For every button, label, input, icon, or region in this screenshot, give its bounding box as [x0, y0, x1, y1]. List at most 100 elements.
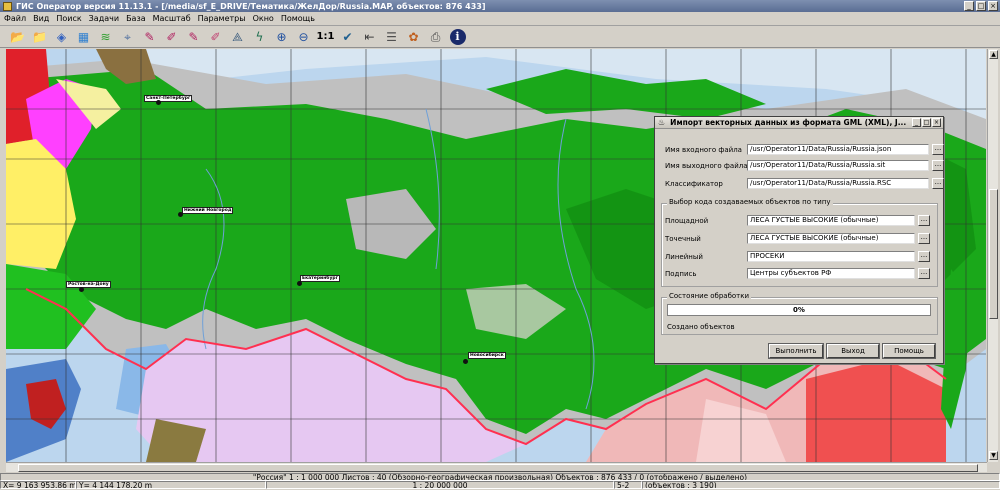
input-file-browse-button[interactable]: ... — [932, 144, 944, 155]
dialog-minimize-button[interactable]: _ — [912, 118, 921, 127]
marker-remove-icon[interactable]: ✐ — [206, 27, 225, 46]
created-objects-label: Создано объектов — [667, 322, 735, 331]
toolbar: 📂 📁 ◈ ▦ ≋ ⌖ ✎ ✐ ✎ ✐ ⟁ ϟ ⊕ ⊖ 1:1 ✔ ⇤ ☰ ✿ … — [0, 26, 1000, 48]
area-type-row: Площадной ЛЕСА ГУСТЫЕ ВЫСОКИЕ (обычные) … — [665, 215, 930, 226]
document-icon[interactable]: ☰ — [382, 27, 401, 46]
paint-icon[interactable]: ✿ — [404, 27, 423, 46]
horizontal-scrollbar[interactable] — [6, 462, 987, 472]
output-file-row: Имя выходного файла /usr/Operator11/Data… — [665, 160, 944, 171]
created-objects-row: Создано объектов — [667, 321, 749, 332]
select-object-icon[interactable]: ⌖ — [118, 27, 137, 46]
menu-file[interactable]: Файл — [4, 14, 26, 23]
line-type-label: Линейный — [665, 252, 703, 261]
menu-bar: Файл Вид Поиск Задачи База Масштаб Парам… — [0, 12, 1000, 26]
vertical-scrollbar[interactable]: ▲ ▼ — [987, 49, 998, 462]
point-type-row: Точечный ЛЕСА ГУСТЫЕ ВЫСОКИЕ (обычные) .… — [665, 233, 930, 244]
maximize-button[interactable]: □ — [976, 1, 986, 11]
marker-add-icon[interactable]: ✎ — [184, 27, 203, 46]
minimize-button[interactable]: _ — [964, 1, 974, 11]
scroll-up-button[interactable]: ▲ — [989, 50, 998, 59]
menu-help[interactable]: Помощь — [281, 14, 315, 23]
city-label-spb: Санкт-Петербург — [144, 95, 193, 102]
city-label-nizhny: Нижний Новгород — [182, 207, 234, 214]
exit-button[interactable]: Выход — [826, 343, 880, 359]
title-bar: ГИС Оператор версия 11.13.1 - [/media/sf… — [0, 0, 1000, 12]
area-type-field[interactable]: ЛЕСА ГУСТЫЕ ВЫСОКИЕ (обычные) — [747, 215, 915, 226]
marker-icon[interactable]: ✎ — [140, 27, 159, 46]
input-file-field[interactable]: /usr/Operator11/Data/Russia/Russia.json — [747, 144, 929, 155]
print-icon[interactable]: ⎙ — [426, 27, 445, 46]
menu-window[interactable]: Окно — [253, 14, 274, 23]
label-type-label: Подпись — [665, 269, 697, 278]
status-y-coord: Y= 4 144 178.20 m — [76, 481, 266, 489]
status-x-coord: X= 9 163 953.86 m — [0, 481, 76, 489]
back-arrow-icon[interactable]: ⇤ — [360, 27, 379, 46]
status-objects: (объектов : 3 190) — [642, 481, 1000, 489]
vertical-scroll-thumb[interactable] — [989, 189, 998, 319]
point-type-browse-button[interactable]: ... — [918, 233, 930, 244]
city-label-novosibirsk: Новосибирск — [468, 352, 506, 359]
close-button[interactable]: × — [988, 1, 998, 11]
scale-one-to-one-button[interactable]: 1:1 — [316, 27, 335, 46]
city-marker — [297, 281, 302, 286]
input-file-label: Имя входного файла — [665, 145, 742, 154]
label-type-field[interactable]: Центры субъектов РФ — [747, 268, 915, 279]
status-bar: "Россия" 1 : 1 000 000 Листов : 40 (Обзо… — [0, 473, 1000, 490]
line-type-browse-button[interactable]: ... — [918, 251, 930, 262]
output-file-label: Имя выходного файла — [665, 161, 748, 170]
classifier-field[interactable]: /usr/Operator11/Data/Russia/Russia.RSC — [747, 178, 929, 189]
output-file-browse-button[interactable]: ... — [932, 160, 944, 171]
dialog-title-bar[interactable]: ♨ Импорт векторных данных из формата GML… — [655, 117, 943, 129]
menu-scale[interactable]: Масштаб — [153, 14, 191, 23]
line-type-field[interactable]: ПРОСЕКИ — [747, 251, 915, 262]
dialog-title: Импорт векторных данных из формата GML (… — [670, 118, 907, 127]
menu-parameters[interactable]: Параметры — [198, 14, 246, 23]
point-type-label: Точечный — [665, 234, 701, 243]
zoom-in-icon[interactable]: ⊕ — [272, 27, 291, 46]
progress-bar: 0% — [667, 304, 931, 316]
palette-icon[interactable]: ≋ — [96, 27, 115, 46]
classifier-label: Классификатор — [665, 179, 723, 188]
window-controls: _ □ × — [964, 1, 998, 11]
area-type-browse-button[interactable]: ... — [918, 215, 930, 226]
point-type-field[interactable]: ЛЕСА ГУСТЫЕ ВЫСОКИЕ (обычные) — [747, 233, 915, 244]
object-type-group-title: Выбор кода создаваемых объектов по типу — [667, 198, 833, 206]
menu-view[interactable]: Вид — [33, 14, 49, 23]
input-file-row: Имя входного файла /usr/Operator11/Data/… — [665, 144, 944, 155]
check-icon[interactable]: ✔ — [338, 27, 357, 46]
classifier-browse-button[interactable]: ... — [932, 178, 944, 189]
dialog-app-icon: ♨ — [658, 118, 666, 127]
output-file-field[interactable]: /usr/Operator11/Data/Russia/Russia.sit — [747, 160, 929, 171]
app-icon — [3, 1, 12, 11]
processing-state-title: Состояние обработки — [667, 292, 752, 300]
app-window: ГИС Оператор версия 11.13.1 - [/media/sf… — [0, 0, 1000, 490]
help-button[interactable]: Помощь — [882, 343, 936, 359]
layers-icon[interactable]: ◈ — [52, 27, 71, 46]
horizontal-scroll-thumb[interactable] — [18, 464, 978, 472]
dialog-window-controls: _ □ × — [912, 118, 941, 127]
open-folder-icon[interactable]: 📂 — [8, 27, 27, 46]
window-title: ГИС Оператор версия 11.13.1 - [/media/sf… — [16, 1, 486, 11]
info-icon[interactable]: i — [448, 27, 467, 46]
status-row-1: "Россия" 1 : 1 000 000 Листов : 40 (Обзо… — [0, 473, 1000, 481]
status-sheet: 5-2 — [614, 481, 642, 489]
menu-database[interactable]: База — [126, 14, 146, 23]
classifier-row: Классификатор /usr/Operator11/Data/Russi… — [665, 178, 944, 189]
label-type-browse-button[interactable]: ... — [918, 268, 930, 279]
dialog-maximize-button[interactable]: □ — [922, 118, 931, 127]
menu-search[interactable]: Поиск — [56, 14, 81, 23]
status-map-info: "Россия" 1 : 1 000 000 Листов : 40 (Обзо… — [0, 473, 1000, 481]
open-map-icon[interactable]: 📁 — [30, 27, 49, 46]
line-type-row: Линейный ПРОСЕКИ ... — [665, 251, 930, 262]
lightning-icon[interactable]: ϟ — [250, 27, 269, 46]
measure-icon[interactable]: ⟁ — [228, 27, 247, 46]
run-button[interactable]: Выполнить — [768, 343, 824, 359]
select-icon[interactable]: ▦ — [74, 27, 93, 46]
menu-tasks[interactable]: Задачи — [89, 14, 119, 23]
dialog-close-button[interactable]: × — [932, 118, 941, 127]
city-marker — [156, 100, 161, 105]
city-marker — [79, 287, 84, 292]
scroll-down-button[interactable]: ▼ — [989, 451, 998, 460]
marker-list-icon[interactable]: ✐ — [162, 27, 181, 46]
zoom-out-icon[interactable]: ⊖ — [294, 27, 313, 46]
